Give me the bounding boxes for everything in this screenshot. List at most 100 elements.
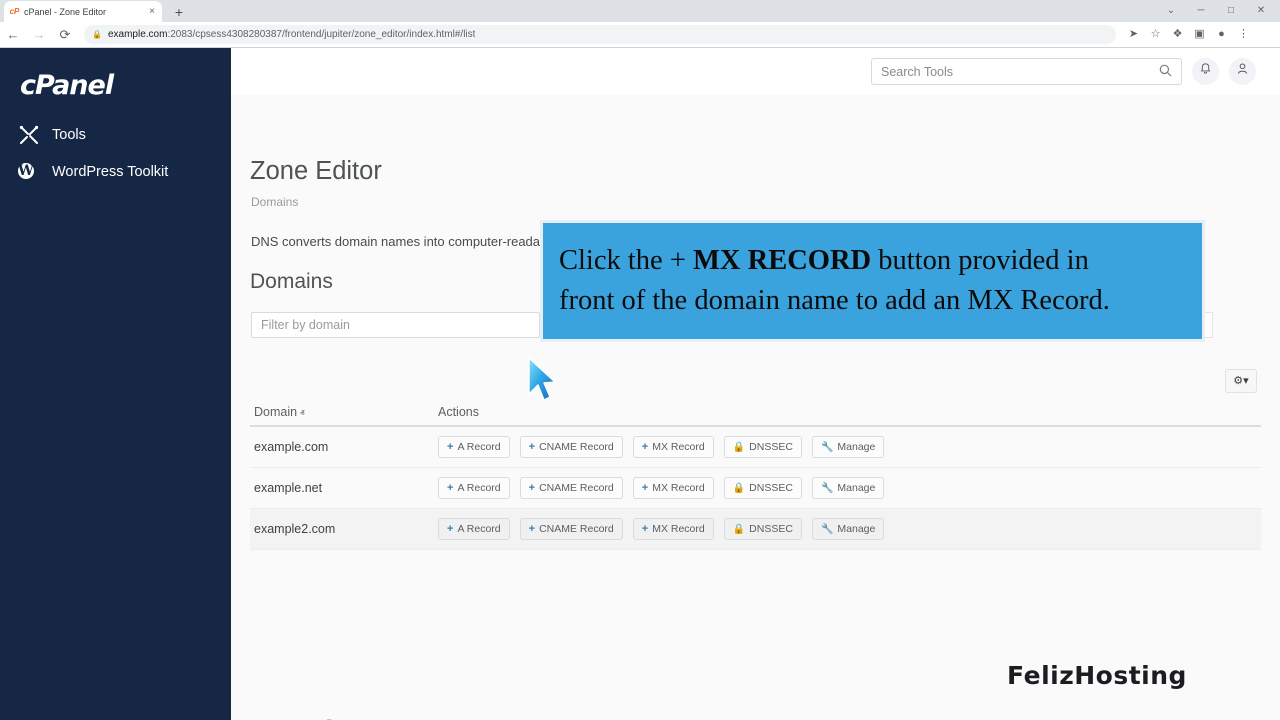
extensions-icon[interactable]: ❖ (1167, 24, 1188, 45)
watermark: FelizHosting (1007, 661, 1187, 690)
url-host: example.com (108, 29, 167, 40)
plus-icon: + (642, 441, 648, 453)
column-header-actions: Actions (438, 405, 479, 419)
add-cname-record-button[interactable]: + CNAME Record (520, 477, 623, 499)
callout-text-bold: MX RECORD (693, 245, 871, 276)
table-row: example2.com +A Record +CNAME Record +MX… (250, 509, 1261, 550)
chevron-down-icon[interactable]: ⌄ (1156, 0, 1186, 22)
wrench-icon: 🔧 (821, 442, 833, 453)
button-label: Manage (837, 523, 875, 535)
sort-ascending-icon: ⱏ (300, 408, 304, 418)
wrench-icon: 🔧 (821, 524, 833, 535)
section-title-domains: Domains (250, 270, 333, 294)
breadcrumb: Domains (251, 195, 298, 209)
add-mx-record-button[interactable]: + MX Record (633, 436, 714, 458)
add-mx-record-button[interactable]: + MX Record (633, 518, 714, 540)
lock-icon: 🔒 (733, 524, 745, 535)
plus-icon: + (447, 441, 453, 453)
user-icon[interactable] (1229, 58, 1256, 85)
plus-icon: + (447, 523, 453, 535)
minimize-icon[interactable]: ─ (1186, 0, 1216, 22)
plus-icon: + (529, 482, 535, 494)
button-label: CNAME Record (539, 441, 614, 453)
share-icon[interactable]: ➤ (1123, 24, 1144, 45)
button-label: DNSSEC (749, 482, 793, 494)
callout-text-post: button provided in (871, 245, 1089, 276)
mouse-pointer-cursor (526, 357, 560, 405)
column-header-domain-label: Domain (254, 405, 297, 419)
filter-by-domain-input[interactable] (251, 312, 540, 338)
plus-icon: + (529, 441, 535, 453)
cpanel-sidebar: cPanel Tools W WordPress Toolkit (0, 48, 231, 720)
sidebar-item-wordpress-toolkit[interactable]: W WordPress Toolkit (18, 161, 168, 183)
forward-icon[interactable]: → (26, 22, 52, 48)
button-label: A Record (457, 441, 500, 453)
button-label: Manage (837, 441, 875, 453)
close-window-icon[interactable]: ✕ (1246, 0, 1276, 22)
close-icon[interactable]: × (147, 7, 157, 17)
browser-tab-title: cPanel - Zone Editor (24, 7, 143, 17)
wordpress-icon: W (18, 161, 40, 183)
instruction-callout: Click the + MX RECORD button provided in… (540, 220, 1205, 342)
button-label: CNAME Record (539, 482, 614, 494)
button-label: DNSSEC (749, 523, 793, 535)
button-label: MX Record (652, 523, 705, 535)
button-label: A Record (457, 482, 500, 494)
main-region: Zone Editor Domains DNS converts domain … (231, 48, 1280, 720)
manage-button[interactable]: 🔧 Manage (812, 436, 884, 458)
table-settings-gear-button[interactable]: ⚙▾ (1225, 369, 1257, 393)
cell-actions: + A Record + CNAME Record +MX Record 🔒 DNSS… (438, 477, 884, 499)
manage-button[interactable]: 🔧 Manage (812, 518, 884, 540)
plus-icon: + (642, 523, 648, 535)
lock-icon: 🔒 (92, 30, 102, 39)
side-panel-icon[interactable]: ▣ (1189, 24, 1210, 45)
search-icon[interactable] (1159, 64, 1172, 80)
sidebar-item-label: WordPress Toolkit (52, 164, 168, 180)
dnssec-button[interactable]: 🔒 DNSSEC (724, 518, 802, 540)
url-path: :2083/cpsess4308280387/frontend/jupiter/… (167, 29, 475, 40)
cpanel-topbar (231, 48, 1280, 95)
cpanel-footer-logo[interactable]: cPanel (248, 716, 330, 720)
button-label: CNAME Record (539, 523, 614, 535)
cell-domain: example.com (250, 440, 438, 454)
table-row: example.net +A Record +CNAME Record +MX … (250, 468, 1261, 509)
add-cname-record-button[interactable]: +CNAME Record (520, 518, 623, 540)
tools-icon (18, 124, 40, 146)
cpanel-favicon-icon: cP (9, 6, 20, 17)
add-a-record-button[interactable]: + A Record (438, 477, 510, 499)
new-tab-button[interactable]: + (170, 3, 188, 21)
column-header-domain[interactable]: Domainⱏ (250, 405, 438, 419)
browser-menu-icon[interactable]: ⋮ (1233, 24, 1254, 45)
dnssec-button[interactable]: 🔒 DNSSEC (724, 477, 802, 499)
gear-icon: ⚙ (1233, 375, 1243, 387)
search-input[interactable] (881, 65, 1159, 79)
plus-icon: + (447, 482, 453, 494)
add-mx-record-button[interactable]: +MX Record (633, 477, 714, 499)
browser-tab[interactable]: cP cPanel - Zone Editor × (4, 1, 162, 22)
search-tools-container[interactable] (871, 58, 1182, 85)
add-a-record-button[interactable]: +A Record (438, 518, 510, 540)
address-bar[interactable]: 🔒 example.com:2083/cpsess4308280387/fron… (84, 25, 1116, 44)
manage-button[interactable]: 🔧Manage (812, 477, 884, 499)
cell-domain: example2.com (250, 522, 438, 536)
add-cname-record-button[interactable]: + CNAME Record (520, 436, 623, 458)
bell-icon[interactable] (1192, 58, 1219, 85)
callout-text-pre: Click the + (559, 245, 693, 276)
cell-actions: + A Record + CNAME Record + MX Record 🔒DNSS… (438, 436, 884, 458)
cpanel-logo[interactable]: cPanel (20, 70, 113, 101)
sidebar-item-tools[interactable]: Tools (18, 124, 86, 146)
callout-line-2: front of the domain name to add an MX Re… (559, 281, 1186, 321)
url-text: example.com:2083/cpsess4308280387/fronte… (108, 29, 475, 40)
page-content: Zone Editor Domains DNS converts domain … (231, 95, 1280, 720)
plus-icon: + (642, 482, 648, 494)
dnssec-button[interactable]: 🔒DNSSEC (724, 436, 802, 458)
button-label: MX Record (652, 441, 705, 453)
back-icon[interactable]: ← (0, 22, 26, 48)
add-a-record-button[interactable]: + A Record (438, 436, 510, 458)
domains-table: Domainⱏ Actions example.com + A Record + C… (250, 399, 1261, 550)
maximize-icon[interactable]: □ (1216, 0, 1246, 22)
lock-icon: 🔒 (733, 483, 745, 494)
reload-icon[interactable]: ⟳ (52, 22, 78, 48)
bookmark-star-icon[interactable]: ☆ (1145, 24, 1166, 45)
profile-avatar-icon[interactable]: ● (1211, 24, 1232, 45)
